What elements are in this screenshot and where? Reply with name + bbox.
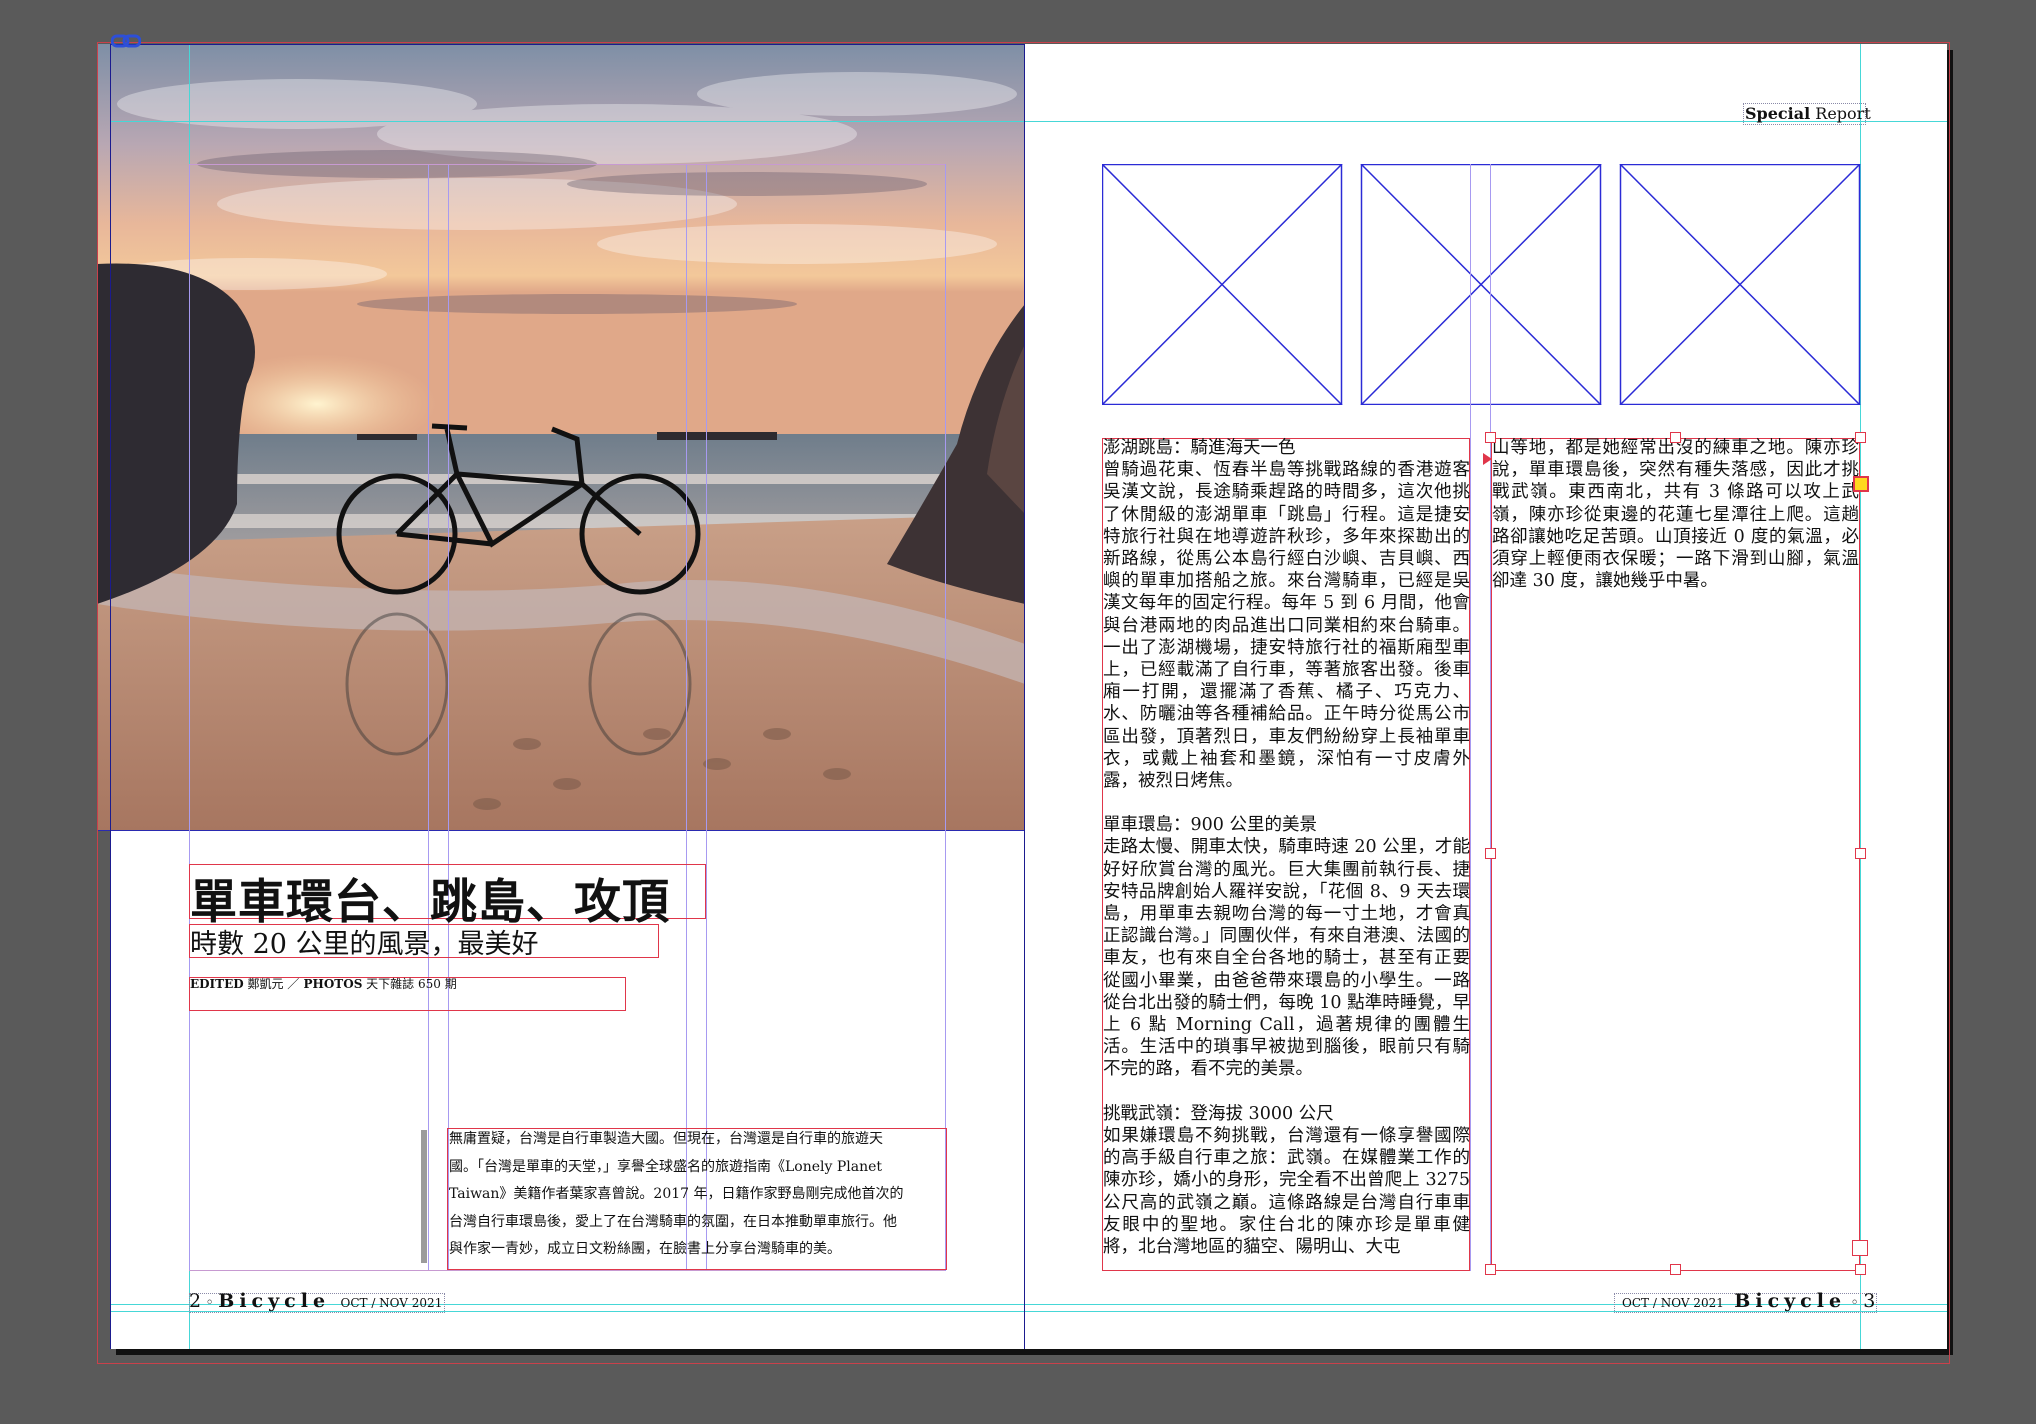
paragraph-wuling: 如果嫌環島不夠挑戰，台灣還有一條享譽國際的高手級自行車之旅：武嶺。在媒體業工作的… bbox=[1103, 1125, 1470, 1257]
header-special-bold: Special bbox=[1745, 104, 1811, 123]
article-credits: EDITED 鄭凱元 ／ PHOTOS 天下雜誌 650 期 bbox=[190, 975, 457, 992]
image-placeholders bbox=[1102, 164, 1861, 405]
frame-handle[interactable] bbox=[1855, 1264, 1866, 1275]
page-edge-left bbox=[110, 44, 111, 1349]
text-overflow-icon[interactable] bbox=[1853, 476, 1869, 492]
intro-quote-bar bbox=[421, 1130, 427, 1263]
subhead-penghu: 澎湖跳島：騎進海天一色 bbox=[1103, 438, 1296, 458]
column-guide bbox=[686, 164, 687, 1271]
article-subtitle: 時數 20 公里的風景，最美好 bbox=[190, 929, 539, 960]
photos-label: PHOTOS bbox=[299, 977, 363, 991]
edited-name: 鄭凱元 bbox=[243, 977, 288, 991]
frame-handle[interactable] bbox=[1485, 1264, 1496, 1275]
right-folio: OCT / NOV 2021 Bicycle ◦ 3 bbox=[1622, 1290, 1875, 1312]
intro-line: 國。「台灣是單車的天堂，」享譽全球盛名的旅遊指南《Lonely Planet bbox=[449, 1158, 883, 1175]
frame-handle[interactable] bbox=[1670, 432, 1681, 443]
frame-handle[interactable] bbox=[1485, 848, 1496, 859]
page-number-left: 2 bbox=[189, 1290, 202, 1312]
column-guide-top bbox=[189, 164, 945, 165]
column-guide bbox=[428, 164, 429, 1271]
hero-photo[interactable] bbox=[97, 44, 1025, 831]
page-edge-top bbox=[110, 44, 1025, 45]
subhead-round-island: 單車環島：900 公里的美景 bbox=[1103, 815, 1317, 836]
section-header: Special Report bbox=[1745, 104, 1871, 123]
column-guide bbox=[945, 164, 946, 1271]
frame-handle[interactable] bbox=[1670, 1264, 1681, 1275]
folio-brand-right: Bicycle bbox=[1734, 1290, 1847, 1312]
beach-bicycle-image bbox=[97, 44, 1025, 830]
page-number-right: 3 bbox=[1863, 1290, 1876, 1312]
paragraph-penghu: 曾騎過花東、恆春半島等挑戰路線的香港遊客吳漢文說，長途騎乘趕路的時間多，這次他挑… bbox=[1103, 460, 1470, 792]
frame-handle[interactable] bbox=[1855, 848, 1866, 859]
intro-line: 台灣自行車環島後，愛上了在台灣騎車的氛圍，在日本推動單車旅行。他 bbox=[449, 1213, 897, 1230]
intro-line: 與作家一青妙，成立日文粉絲團，在臉書上分享台灣騎車的美。 bbox=[449, 1241, 841, 1257]
chain-link-icon[interactable] bbox=[110, 33, 142, 49]
folio-dot-right: ◦ bbox=[1846, 1295, 1864, 1311]
spine-line bbox=[1024, 44, 1025, 1349]
photos-source: 天下雜誌 650 期 bbox=[362, 977, 457, 991]
frame-outport-handle[interactable] bbox=[1852, 1240, 1868, 1256]
column-guide bbox=[189, 164, 190, 1271]
intro-paragraph: 無庸置疑，台灣是自行車製造大國。但現在，台灣還是自行車的旅遊天 國。「台灣是單車… bbox=[449, 1126, 949, 1264]
folio-issue: OCT / NOV 2021 bbox=[340, 1296, 443, 1310]
column-guide bbox=[448, 164, 449, 1271]
margin-guide-top bbox=[110, 121, 1947, 122]
left-folio: 2 ◦ Bicycle OCT / NOV 2021 bbox=[189, 1290, 442, 1312]
body-column-2: 山等地，都是她經常出沒的練車之地。陳亦珍說，單車環島後，突然有種失落感，因此才挑… bbox=[1492, 437, 1859, 592]
header-special-rest: Report bbox=[1810, 104, 1871, 123]
folio-brand: Bicycle bbox=[218, 1290, 331, 1312]
intro-line: Taiwan》美籍作者葉家喜曾說。2017 年，日籍作家野島剛完成他首次的 bbox=[449, 1186, 904, 1202]
paragraph-round-island: 走路太慢、開車太快，騎車時速 20 公里，才能好好欣賞台灣的風光。巨大集團前執行… bbox=[1103, 837, 1470, 1080]
paragraph-wuling-cont: 山等地，都是她經常出沒的練車之地。陳亦珍說，單車環島後，突然有種失落感，因此才挑… bbox=[1492, 438, 1859, 592]
credits-separator: ／ bbox=[287, 977, 300, 991]
subhead-wuling: 挑戰武嶺：登海拔 3000 公尺 bbox=[1103, 1103, 1334, 1124]
column-guide bbox=[1470, 164, 1471, 1271]
edited-label: EDITED bbox=[190, 977, 244, 991]
folio-issue-right: OCT / NOV 2021 bbox=[1622, 1296, 1724, 1310]
folio-dot: ◦ bbox=[201, 1295, 219, 1311]
column-guide-bottom bbox=[189, 1270, 945, 1271]
intro-line: 無庸置疑，台灣是自行車製造大國。但現在，台灣還是自行車的旅遊天 bbox=[449, 1131, 883, 1147]
column-guide bbox=[706, 164, 707, 1271]
frame-handle[interactable] bbox=[1485, 432, 1496, 443]
frame-handle[interactable] bbox=[1855, 432, 1866, 443]
body-column-1: 澎湖跳島：騎進海天一色 曾騎過花東、恆春半島等挑戰路線的香港遊客吳漢文說，長途騎… bbox=[1103, 437, 1470, 1258]
